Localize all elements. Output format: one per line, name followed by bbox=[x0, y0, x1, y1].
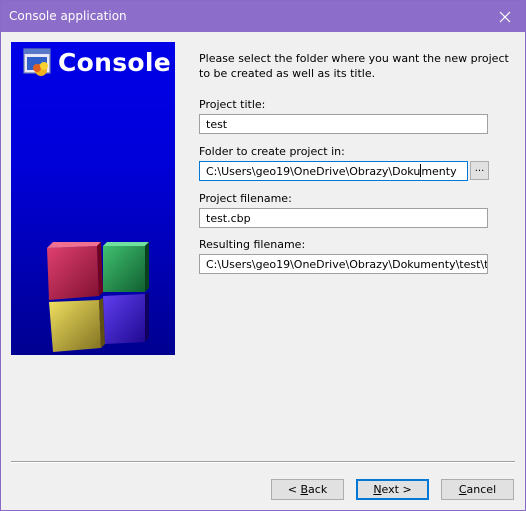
resulting-filename-label: Resulting filename: bbox=[199, 238, 306, 251]
intro-text: Please select the folder where you want … bbox=[199, 52, 509, 80]
project-title-label: Project title: bbox=[199, 98, 266, 111]
next-button[interactable]: Next > bbox=[356, 479, 429, 500]
folder-input-text-after-caret: menty bbox=[421, 165, 457, 178]
project-filename-label: Project filename: bbox=[199, 192, 292, 205]
cancel-button-mnemonic: C bbox=[458, 483, 467, 496]
folder-label: Folder to create project in: bbox=[199, 145, 345, 158]
window-title: Console application bbox=[9, 9, 127, 23]
project-filename-input[interactable]: test.cbp bbox=[199, 208, 488, 228]
close-button[interactable] bbox=[485, 1, 525, 32]
button-separator bbox=[11, 461, 515, 463]
resulting-filename-input[interactable]: C:\Users\geo19\OneDrive\Obrazy\Dokumenty… bbox=[199, 254, 488, 274]
folder-input-text-before-caret: C:\Users\geo19\OneDrive\Obrazy\Doku bbox=[206, 165, 421, 178]
next-button-mnemonic: N bbox=[373, 483, 382, 496]
next-button-label: ext > bbox=[381, 483, 412, 496]
wizard-window: Console application Console Please selec… bbox=[0, 0, 526, 511]
colored-cubes-graphic bbox=[41, 242, 151, 355]
project-title-input[interactable]: test bbox=[199, 114, 488, 134]
back-button[interactable]: < Back bbox=[271, 479, 344, 500]
back-button-label: ack bbox=[308, 483, 328, 496]
wizard-banner: Console bbox=[11, 42, 175, 355]
close-icon bbox=[499, 11, 511, 22]
browse-folder-button[interactable]: ... bbox=[470, 161, 489, 180]
back-button-prefix: < bbox=[287, 483, 301, 496]
folder-input[interactable]: C:\Users\geo19\OneDrive\Obrazy\Dokumenty bbox=[199, 161, 468, 181]
cancel-button[interactable]: Cancel bbox=[441, 479, 514, 500]
back-button-mnemonic: B bbox=[300, 483, 309, 496]
title-bar: Console application bbox=[1, 1, 525, 32]
cancel-button-label: ancel bbox=[466, 483, 497, 496]
codeblocks-icon bbox=[23, 48, 53, 81]
banner-title: Console bbox=[58, 48, 172, 77]
